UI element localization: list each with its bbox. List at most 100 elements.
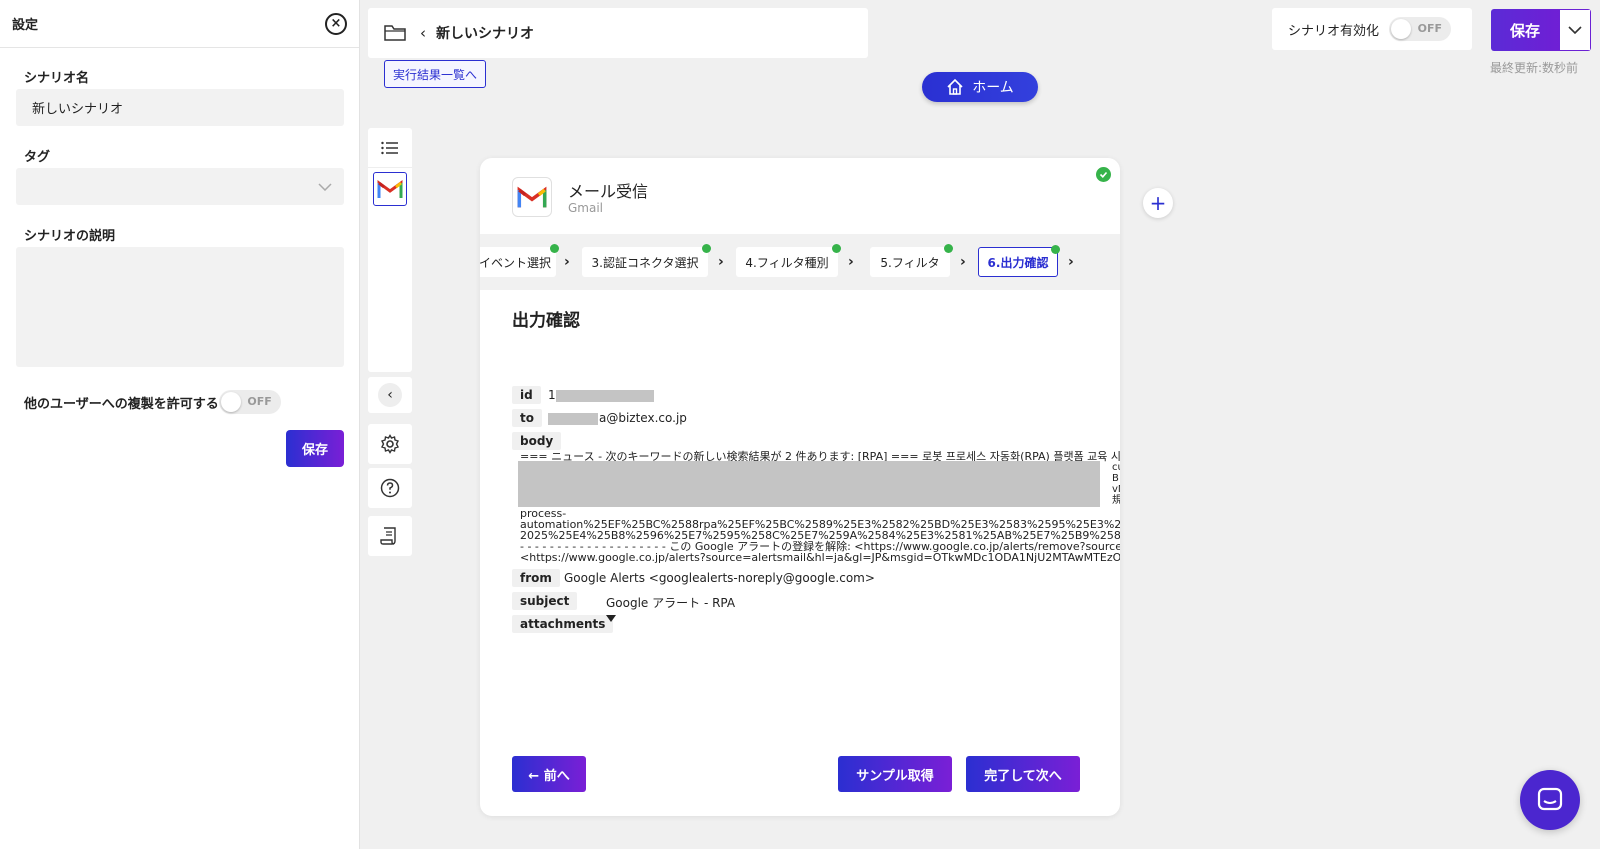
save-button[interactable]: 保存 xyxy=(1491,9,1559,51)
home-button[interactable]: ホーム xyxy=(922,72,1038,102)
gmail-icon xyxy=(517,186,547,208)
step-label: 6.出力確認 xyxy=(987,255,1049,270)
card-title: メール受信 xyxy=(568,182,649,201)
redaction-block xyxy=(548,413,598,425)
step-label: イベント選択 xyxy=(480,255,551,270)
redaction-block xyxy=(518,461,1100,507)
field-value-id: 1 xyxy=(548,388,556,402)
get-sample-button[interactable]: サンプル取得 xyxy=(838,756,952,792)
add-step-button[interactable]: + xyxy=(1143,188,1173,218)
card-subtitle: Gmail xyxy=(568,201,604,215)
step-event-select[interactable]: イベント選択 xyxy=(480,244,559,277)
copy-allow-toggle-text: OFF xyxy=(247,395,272,408)
chevron-left-icon: ‹ xyxy=(378,383,402,407)
card-header: メール受信 Gmail xyxy=(480,158,1120,234)
field-key-body: body xyxy=(512,432,562,450)
step-filter-type[interactable]: 4.フィルタ種別 xyxy=(736,244,841,277)
step-output-confirm[interactable]: 6.出力確認 xyxy=(978,245,1060,277)
body-side-char: vN xyxy=(1112,484,1120,495)
check-icon xyxy=(1051,245,1060,254)
description-field xyxy=(16,247,344,367)
scenario-title[interactable]: 新しいシナリオ xyxy=(436,23,534,43)
copy-allow-row: 他のユーザーへの複製を許可する OFF xyxy=(24,390,281,414)
toggle-knob xyxy=(220,392,241,412)
scenario-enable-label: シナリオ有効化 xyxy=(1288,23,1380,39)
collapse-strip-button[interactable]: ‹ xyxy=(368,377,412,413)
gmail-step-button[interactable] xyxy=(373,172,407,206)
home-label: ホーム xyxy=(972,80,1014,96)
field-value-subject: Google アラート - RPA xyxy=(606,596,736,610)
complete-next-button[interactable]: 完了して次へ xyxy=(966,756,1080,792)
description-textarea[interactable] xyxy=(16,247,344,367)
redaction-block xyxy=(556,390,654,402)
chevron-right-icon: › xyxy=(960,254,966,270)
last-updated-text: 最終更新:数秒前 xyxy=(1490,61,1579,75)
back-chevron-icon[interactable]: ‹ xyxy=(420,24,426,42)
step-list-button[interactable] xyxy=(368,128,412,168)
settings-title: 設定 xyxy=(12,18,39,33)
field-key-attachments: attachments xyxy=(512,615,614,633)
step-label: 5.フィルタ xyxy=(880,255,940,270)
scenario-enable-toggle-text: OFF xyxy=(1417,22,1443,35)
check-icon xyxy=(944,244,953,253)
check-icon xyxy=(832,244,841,253)
body-side-char: 規 xyxy=(1112,495,1120,506)
field-key-from: from xyxy=(512,569,560,587)
scroll-log-icon xyxy=(380,527,396,545)
step-filter[interactable]: 5.フィルタ xyxy=(870,244,953,277)
help-icon xyxy=(380,478,400,498)
copy-allow-toggle[interactable]: OFF xyxy=(218,390,281,414)
step-label: 4.フィルタ種別 xyxy=(745,255,829,270)
scenario-name-label: シナリオ名 xyxy=(24,71,90,86)
step-label: 3.認証コネクタ選択 xyxy=(591,255,699,270)
settings-panel: 設定 × シナリオ名 タグ シナリオの説明 他のユーザーへの複製を許可する OF… xyxy=(0,0,360,849)
gmail-badge xyxy=(512,177,552,217)
field-key-subject: subject xyxy=(512,592,578,610)
scenario-enable-toggle[interactable]: OFF xyxy=(1389,17,1452,41)
settings-gear-button[interactable] xyxy=(368,424,412,464)
field-key-id: id xyxy=(512,386,541,404)
folder-icon[interactable] xyxy=(384,24,406,42)
tag-select[interactable] xyxy=(16,168,344,205)
chevron-right-icon: › xyxy=(848,254,854,270)
close-icon[interactable]: × xyxy=(325,12,347,35)
plus-icon: + xyxy=(1149,191,1167,215)
help-button[interactable] xyxy=(368,468,412,508)
scenario-top-bar: ‹ 新しいシナリオ xyxy=(368,8,868,58)
copy-allow-label: 他のユーザーへの複製を許可する xyxy=(24,396,219,412)
settings-save-button[interactable]: 保存 xyxy=(286,430,344,467)
scenario-name-input[interactable] xyxy=(16,89,344,126)
results-list-link[interactable]: 実行結果一覧へ xyxy=(384,60,487,88)
gmail-icon xyxy=(377,180,403,198)
chevron-right-icon: › xyxy=(1068,254,1074,270)
step-auth-connector[interactable]: 3.認証コネクタ選択 xyxy=(582,244,711,277)
section-title: 出力確認 xyxy=(512,311,580,331)
check-icon xyxy=(550,244,559,253)
chat-icon xyxy=(1537,787,1563,811)
field-value-to: a@biztex.co.jp xyxy=(599,411,687,425)
chevron-down-icon xyxy=(318,182,332,191)
body-side-char: B xyxy=(1112,473,1119,484)
check-icon xyxy=(1099,171,1108,178)
save-options-dropdown[interactable] xyxy=(1559,9,1591,51)
field-value-from: Google Alerts <googlealerts-noreply@goog… xyxy=(564,571,875,585)
expand-triangle-icon[interactable] xyxy=(606,615,616,622)
toggle-knob xyxy=(1391,19,1412,39)
step-card: メール受信 Gmail イベント選択 › 3.認証コネクタ選択 › 4.フィルタ… xyxy=(480,158,1120,816)
flow-tool-strip xyxy=(368,128,412,372)
body-side-char: cu xyxy=(1112,462,1120,473)
chevron-right-icon: › xyxy=(564,254,570,270)
step-progress-bar: イベント選択 › 3.認証コネクタ選択 › 4.フィルタ種別 › 5.フィルタ … xyxy=(480,234,1120,290)
description-label: シナリオの説明 xyxy=(24,229,116,244)
list-icon xyxy=(381,141,398,154)
prev-button[interactable]: ← 前へ xyxy=(512,756,586,792)
chat-launcher-button[interactable] xyxy=(1520,770,1580,830)
gear-icon xyxy=(381,434,399,454)
save-button-group: 保存 xyxy=(1491,9,1591,51)
scenario-name-field xyxy=(16,89,344,126)
log-button[interactable] xyxy=(368,516,412,556)
check-icon xyxy=(702,244,711,253)
body-line: <https://www.google.co.jp/alerts?source=… xyxy=(520,551,1120,564)
settings-header: 設定 × xyxy=(0,0,359,48)
card-complete-check-icon xyxy=(1096,167,1111,182)
